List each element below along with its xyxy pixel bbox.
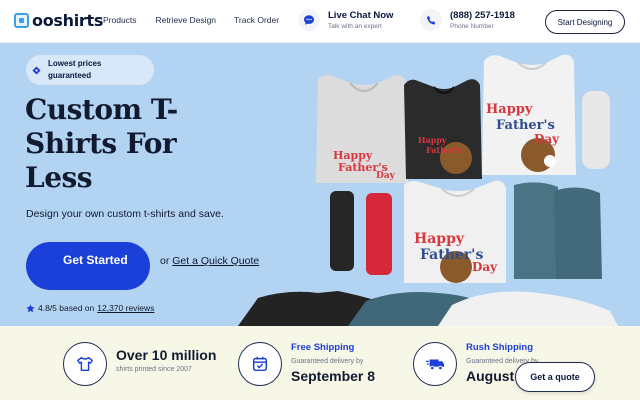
hero-section: Lowest prices guaranteed Custom T-Shirts…	[0, 43, 640, 326]
print-white-3: Day	[534, 132, 560, 146]
rolled-shirt-black	[330, 191, 354, 271]
chat-icon	[298, 9, 320, 31]
print-black-1: Happy	[418, 135, 447, 145]
tag-icon	[32, 65, 41, 75]
free-shipping-caption: Guaranteed delivery by	[291, 358, 364, 365]
start-designing-button[interactable]: Start Designing	[545, 10, 625, 34]
free-shipping-label: Free Shipping	[291, 342, 355, 353]
chat-subtitle: Talk with an expert	[328, 23, 382, 30]
nav-track-order[interactable]: Track Order	[234, 15, 279, 25]
truck-icon	[413, 342, 457, 386]
shirt-icon	[63, 342, 107, 386]
logo-icon	[14, 13, 29, 28]
rush-shipping-label: Rush Shipping	[466, 342, 534, 353]
phone-subtitle: Phone Number	[450, 23, 494, 30]
hero-title: Custom T-Shirts For Less	[25, 93, 178, 194]
rating-score: 4.8/5 based on	[38, 303, 95, 313]
tshirt-stack-image: Happy Father's Day Happy Father's Happy …	[238, 54, 618, 326]
free-shipping-date: September 8	[291, 368, 376, 384]
hero-subtitle: Design your own custom t-shirts and save…	[26, 208, 224, 220]
rating: 4.8/5 based on 12,370 reviews	[26, 303, 154, 313]
logo[interactable]: ooshirts	[14, 11, 103, 30]
get-started-button[interactable]: Get Started	[26, 242, 150, 290]
print-center-1: Happy	[414, 231, 465, 247]
print-center-3: Day	[472, 260, 498, 274]
shirts-printed-count: Over 10 million	[116, 347, 217, 363]
print-grey-3: Day	[376, 171, 396, 181]
rolled-shirt-white	[582, 91, 610, 169]
feature-free-shipping: Free Shipping Guaranteed delivery by Sep…	[238, 342, 375, 386]
lowest-price-badge: Lowest prices guaranteed	[26, 55, 154, 85]
folded-shirt-black	[404, 79, 482, 179]
site-header: ooshirts Products Retrieve Design Track …	[0, 0, 640, 43]
shirts-printed-caption: shirts printed since 2007	[116, 366, 192, 373]
bottom-shirt-white	[438, 291, 618, 326]
calendar-icon	[238, 342, 282, 386]
nav-retrieve-design[interactable]: Retrieve Design	[156, 15, 216, 25]
reviews-link[interactable]: 12,370 reviews	[97, 303, 154, 313]
feature-shirts-printed: Over 10 million shirts printed since 200…	[63, 342, 216, 386]
badge-text: Lowest prices guaranteed	[48, 59, 102, 80]
folded-shirt-teal-1	[514, 182, 560, 279]
chat-title: Live Chat Now	[328, 10, 394, 21]
phone-icon	[420, 9, 442, 31]
quote-prefix: or	[160, 255, 170, 267]
print-black-2: Father's	[426, 145, 463, 155]
phone-link[interactable]: (888) 257-1918 Phone Number	[420, 9, 515, 31]
live-chat-link[interactable]: Live Chat Now Talk with an expert	[298, 9, 393, 31]
folded-shirt-teal-2	[554, 187, 602, 279]
rolled-shirt-red	[366, 193, 392, 275]
nav-products[interactable]: Products	[103, 15, 137, 25]
print-white-2: Father's	[496, 118, 555, 133]
logo-text: ooshirts	[32, 11, 104, 30]
print-white-1: Happy	[486, 102, 533, 117]
get-a-quote-button[interactable]: Get a quote	[515, 362, 595, 392]
main-nav: Products Retrieve Design Track Order	[103, 15, 279, 25]
star-icon	[26, 303, 35, 312]
phone-number: (888) 257-1918	[450, 10, 515, 21]
